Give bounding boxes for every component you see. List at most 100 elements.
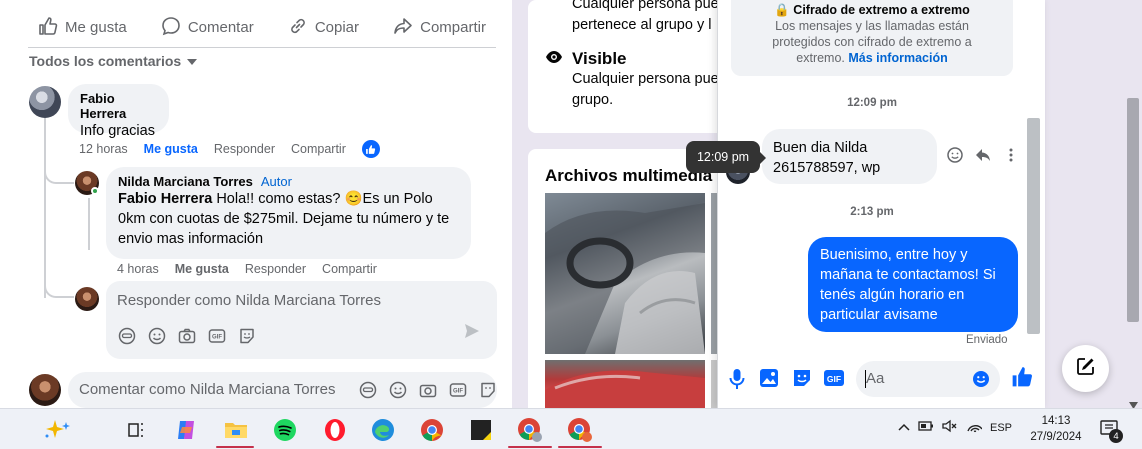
encryption-title-text: Cifrado de extremo a extremo [793, 3, 970, 17]
share-arrow-icon [393, 16, 413, 40]
message-input[interactable]: Aa [856, 361, 1000, 397]
media-thumbnail[interactable] [545, 193, 705, 354]
privacy-line: Cualquier persona pue [572, 71, 719, 87]
like-label: Me gusta [65, 19, 127, 36]
avatar-sticker-icon[interactable] [118, 327, 136, 345]
gif-icon[interactable]: GIF [823, 368, 845, 388]
camera-icon[interactable] [419, 381, 437, 399]
thumbs-up-send-icon[interactable] [1011, 366, 1033, 388]
active-app-indicator [558, 446, 602, 448]
language-indicator[interactable]: ESP [990, 422, 1012, 434]
avatar[interactable] [29, 374, 61, 406]
comment-like-button[interactable]: Me gusta [144, 142, 198, 156]
author-badge: Autor [260, 174, 292, 189]
svg-text:GIF: GIF [827, 374, 841, 384]
notes-app-icon[interactable] [466, 415, 496, 445]
mention-link[interactable]: Fabio Herrera [118, 191, 212, 207]
chevron-up-icon[interactable] [898, 422, 910, 434]
comment-input[interactable]: Comentar como Nilda Marciana Torres GIF [68, 372, 497, 408]
eye-icon [545, 50, 563, 69]
task-view-icon[interactable] [121, 415, 151, 445]
visible-title: Visible [572, 49, 627, 68]
more-options-icon[interactable] [1002, 146, 1020, 169]
comment-text: Info gracias [80, 123, 155, 139]
photo-icon[interactable] [759, 368, 779, 388]
active-app-indicator [216, 446, 254, 448]
emoji-icon[interactable] [389, 381, 407, 399]
sent-status: Enviado [966, 334, 1008, 346]
comments-sort-label: Todos los comentarios [29, 53, 182, 69]
sticker-icon[interactable] [792, 368, 812, 388]
privacy-line: pertenece al grupo y l [572, 17, 712, 33]
gif-icon[interactable]: GIF [208, 327, 226, 345]
copy-button[interactable]: Copiar [278, 16, 369, 40]
share-button[interactable]: Compartir [383, 16, 496, 40]
reply-placeholder: Responder como Nilda Marciana Torres [117, 292, 382, 309]
emoji-icon[interactable] [972, 370, 990, 393]
comment-text-part: Hola!! como estas? [212, 191, 345, 207]
message-timestamp: 2:13 pm [850, 206, 894, 218]
smile-emoji-icon: 😊 [344, 191, 363, 207]
comment-reply-button[interactable]: Responder [214, 142, 275, 156]
copilot-sparkle-icon[interactable] [43, 415, 73, 445]
comment-text: Fabio Herrera Hola!! como estas? 😊Es un … [118, 189, 459, 249]
opera-icon[interactable] [320, 415, 350, 445]
comment-author[interactable]: Fabio Herrera [80, 91, 157, 121]
timestamp-tooltip: 12:09 pm [686, 141, 766, 173]
spotify-icon[interactable] [270, 415, 300, 445]
like-reaction-icon[interactable] [361, 140, 380, 158]
chrome-icon[interactable] [417, 415, 447, 445]
chat-scrollbar[interactable] [1027, 118, 1040, 334]
comment-meta: 12 horas Me gusta Responder Compartir [79, 140, 380, 158]
comments-sort-dropdown[interactable]: Todos los comentarios [29, 53, 198, 69]
microphone-icon[interactable] [728, 368, 746, 390]
comment-bubble: Nilda Marciana Torres Autor Fabio Herrera… [106, 167, 471, 259]
react-emoji-icon[interactable] [946, 146, 964, 169]
page-scrollbar[interactable] [1127, 98, 1139, 322]
avatar[interactable] [29, 86, 61, 118]
incoming-message[interactable]: Buen dia Nilda 2615788597, wp [762, 129, 937, 184]
send-icon[interactable] [463, 322, 481, 345]
share-label: Compartir [420, 19, 486, 36]
notification-center[interactable]: 4 [1100, 420, 1124, 445]
message-input-placeholder: Aa [866, 370, 885, 387]
battery-icon[interactable] [918, 420, 934, 435]
comment-share-button[interactable]: Compartir [291, 142, 346, 156]
comment-like-button[interactable]: Me gusta [175, 262, 229, 276]
reply-arrow-icon[interactable] [974, 146, 992, 169]
emoji-icon[interactable] [148, 327, 166, 345]
gif-icon[interactable]: GIF [449, 381, 467, 399]
visible-description: Cualquier persona pue grupo. [572, 69, 719, 111]
system-tray: ESP [898, 419, 1012, 436]
sticker-icon[interactable] [479, 381, 497, 399]
like-button[interactable]: Me gusta [28, 16, 137, 40]
comment-time[interactable]: 12 horas [79, 142, 128, 156]
volume-muted-icon[interactable] [942, 419, 958, 436]
new-message-button[interactable] [1062, 345, 1109, 392]
copilot-app-icon[interactable] [171, 415, 201, 445]
comment-button[interactable]: Comentar [151, 16, 264, 40]
comment-icon [161, 16, 181, 40]
avatar-sticker-icon[interactable] [359, 381, 377, 399]
avatar[interactable] [75, 287, 99, 311]
chrome-profile-icon[interactable] [565, 415, 595, 445]
comment-author[interactable]: Nilda Marciana Torres [118, 174, 253, 189]
message-timestamp: 12:09 pm [847, 97, 897, 109]
file-explorer-icon[interactable] [221, 415, 251, 445]
more-info-link[interactable]: Más información [848, 51, 947, 65]
wifi-icon[interactable] [966, 419, 983, 436]
media-thumbnail[interactable] [545, 360, 705, 408]
svg-text:GIF: GIF [212, 335, 222, 341]
reply-input[interactable]: Responder como Nilda Marciana Torres GIF [106, 281, 497, 359]
camera-icon[interactable] [178, 327, 196, 345]
comment-time[interactable]: 4 horas [117, 262, 159, 276]
clock[interactable]: 14:13 27/9/2024 [1028, 413, 1084, 445]
edge-icon[interactable] [368, 415, 398, 445]
chrome-profile-icon[interactable] [515, 415, 545, 445]
outgoing-message[interactable]: Buenisimo, entre hoy y mañana te contact… [808, 237, 1018, 332]
comment-share-button[interactable]: Compartir [322, 262, 377, 276]
reply-tools: GIF [118, 327, 256, 345]
comment-reply-button[interactable]: Responder [245, 262, 306, 276]
sticker-icon[interactable] [238, 327, 256, 345]
privacy-line: Cualquier persona pue [572, 0, 719, 12]
